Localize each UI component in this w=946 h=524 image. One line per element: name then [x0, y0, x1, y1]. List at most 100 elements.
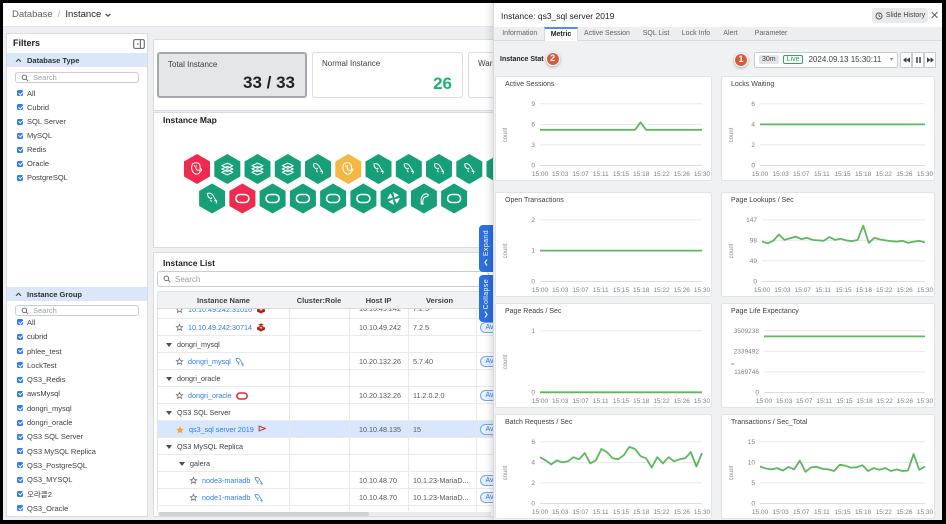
svg-text:5: 5 — [751, 480, 755, 487]
svg-text:0: 0 — [753, 279, 757, 286]
svg-text:6: 6 — [531, 121, 535, 128]
svg-text:15:26: 15:26 — [674, 398, 691, 405]
svg-text:15:15: 15:15 — [613, 171, 630, 178]
svg-text:15: 15 — [748, 439, 756, 446]
svg-text:15:00: 15:00 — [752, 171, 769, 178]
svg-text:15:15: 15:15 — [613, 287, 630, 294]
svg-text:15:07: 15:07 — [796, 398, 813, 405]
svg-text:15:26: 15:26 — [674, 509, 691, 516]
svg-text:15:11: 15:11 — [593, 509, 609, 516]
svg-text:147: 147 — [746, 217, 757, 224]
svg-text:15:30: 15:30 — [917, 509, 934, 516]
svg-text:15:18: 15:18 — [633, 398, 650, 405]
svg-text:0: 0 — [531, 163, 535, 170]
svg-text:15:03: 15:03 — [552, 171, 569, 178]
svg-text:count: count — [503, 127, 509, 142]
svg-text:49: 49 — [750, 258, 758, 265]
svg-text:0: 0 — [531, 279, 535, 286]
svg-text:15:00: 15:00 — [754, 287, 771, 294]
svg-text:15:30: 15:30 — [694, 509, 711, 516]
svg-text:15:26: 15:26 — [896, 509, 913, 516]
svg-text:3509238: 3509238 — [734, 328, 760, 335]
svg-text:15:22: 15:22 — [653, 171, 670, 178]
svg-text:1169746: 1169746 — [734, 369, 759, 376]
svg-text:4: 4 — [751, 121, 755, 128]
svg-text:15:26: 15:26 — [897, 398, 914, 405]
svg-text:15:26: 15:26 — [896, 171, 913, 178]
svg-text:15:18: 15:18 — [633, 509, 650, 516]
svg-text:15:26: 15:26 — [896, 287, 913, 294]
svg-text:count: count — [503, 354, 509, 369]
svg-text:15:07: 15:07 — [793, 509, 810, 516]
svg-text:15:18: 15:18 — [633, 171, 650, 178]
svg-text:15:22: 15:22 — [876, 287, 893, 294]
svg-text:0: 0 — [755, 390, 759, 397]
svg-text:count: count — [729, 465, 735, 480]
svg-text:15:11: 15:11 — [593, 171, 609, 178]
svg-text:15:30: 15:30 — [694, 287, 711, 294]
svg-text:3: 3 — [531, 142, 535, 149]
svg-text:15:11: 15:11 — [817, 398, 833, 405]
svg-text:15:15: 15:15 — [613, 398, 630, 405]
svg-text:15:07: 15:07 — [795, 287, 812, 294]
svg-text:15:30: 15:30 — [917, 171, 934, 178]
svg-text:15:11: 15:11 — [593, 398, 609, 405]
svg-text:15:15: 15:15 — [836, 398, 853, 405]
svg-text:15:07: 15:07 — [793, 171, 810, 178]
svg-text:0: 0 — [531, 390, 535, 397]
svg-text:15:22: 15:22 — [876, 171, 893, 178]
svg-text:15:18: 15:18 — [855, 171, 872, 178]
svg-text:15:30: 15:30 — [694, 398, 711, 405]
svg-text:15:11: 15:11 — [814, 171, 830, 178]
svg-text:count: count — [729, 243, 735, 258]
svg-text:15:03: 15:03 — [772, 171, 789, 178]
svg-text:15:07: 15:07 — [572, 287, 589, 294]
svg-text:15:18: 15:18 — [855, 509, 872, 516]
svg-text:15:00: 15:00 — [532, 171, 549, 178]
svg-text:15:00: 15:00 — [756, 398, 773, 405]
svg-text:15:11: 15:11 — [814, 509, 830, 516]
svg-text:15:18: 15:18 — [856, 287, 873, 294]
svg-text:15:07: 15:07 — [572, 171, 589, 178]
svg-text:15:18: 15:18 — [856, 398, 873, 405]
svg-text:15:03: 15:03 — [552, 509, 569, 516]
svg-text:15:30: 15:30 — [917, 287, 934, 294]
svg-text:1: 1 — [531, 248, 535, 255]
svg-text:2: 2 — [531, 480, 535, 487]
svg-text:15:00: 15:00 — [752, 509, 769, 516]
svg-text:count: count — [503, 243, 509, 258]
svg-text:15:11: 15:11 — [815, 287, 831, 294]
svg-text:2: 2 — [751, 142, 755, 149]
svg-text:1: 1 — [531, 328, 535, 335]
svg-text:15:00: 15:00 — [532, 509, 549, 516]
svg-text:2339492: 2339492 — [734, 348, 760, 355]
svg-text:15:30: 15:30 — [917, 398, 934, 405]
svg-text:15:26: 15:26 — [674, 287, 691, 294]
svg-text:count: count — [729, 127, 735, 142]
svg-text:9: 9 — [531, 101, 535, 108]
svg-text:15:22: 15:22 — [653, 509, 670, 516]
svg-text:15:15: 15:15 — [834, 509, 851, 516]
svg-text:15:15: 15:15 — [834, 171, 851, 178]
svg-text:count: count — [503, 465, 509, 480]
svg-text:6: 6 — [531, 439, 535, 446]
svg-text:15:03: 15:03 — [774, 287, 791, 294]
svg-text:15:03: 15:03 — [776, 398, 793, 405]
svg-text:15:22: 15:22 — [653, 287, 670, 294]
svg-text:0: 0 — [751, 501, 755, 508]
svg-text:15:00: 15:00 — [532, 287, 549, 294]
svg-text:15:03: 15:03 — [552, 398, 569, 405]
svg-text:15:18: 15:18 — [633, 287, 650, 294]
svg-text:15:15: 15:15 — [835, 287, 852, 294]
svg-text:15:30: 15:30 — [694, 171, 711, 178]
svg-text:15:22: 15:22 — [876, 509, 893, 516]
svg-text:98: 98 — [750, 237, 758, 244]
svg-text:2: 2 — [531, 217, 535, 224]
svg-text:15:03: 15:03 — [772, 509, 789, 516]
svg-text:15:22: 15:22 — [877, 398, 894, 405]
svg-text:15:15: 15:15 — [613, 509, 630, 516]
svg-text:0: 0 — [751, 163, 755, 170]
svg-text:6: 6 — [751, 101, 755, 108]
svg-text:15:07: 15:07 — [572, 398, 589, 405]
svg-text:10: 10 — [748, 459, 756, 466]
